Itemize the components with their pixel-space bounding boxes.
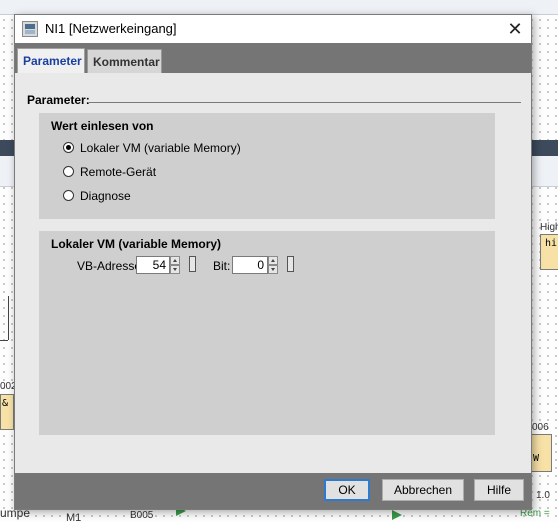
spin-down-icon[interactable] [268, 265, 278, 274]
tab-parameter[interactable]: Parameter [17, 48, 85, 74]
app-icon [22, 21, 38, 37]
background-wire [0, 340, 8, 341]
bit-label: Bit: [213, 259, 231, 273]
tab-bar: Parameter Kommentar [15, 43, 531, 74]
background-label: B005 [130, 510, 154, 521]
read-value-group-title: Wert einlesen von [51, 119, 154, 133]
read-value-group: Wert einlesen von Lokaler VM (variable M… [39, 113, 495, 219]
background-toolbar [0, 0, 558, 15]
vb-address-spinner[interactable] [170, 256, 180, 274]
background-label: 006 [532, 422, 549, 433]
background-wire [8, 296, 9, 340]
parameter-section-label: Parameter: [27, 93, 90, 107]
ok-button[interactable]: OK [324, 479, 370, 501]
background-label: High [540, 222, 558, 233]
radio-label: Remote-Gerät [80, 165, 157, 179]
background-label: W [533, 453, 540, 464]
help-button[interactable]: Hilfe [474, 479, 524, 501]
radio-label: Diagnose [80, 189, 131, 203]
radio-label: Lokaler VM (variable Memory) [80, 141, 241, 155]
tab-content: Parameter: Wert einlesen von Lokaler VM … [15, 73, 531, 473]
spin-up-icon[interactable] [170, 256, 180, 265]
local-vm-group-title: Lokaler VM (variable Memory) [51, 237, 222, 251]
background-label: 1.0 [536, 490, 550, 501]
close-button[interactable]: ✕ [499, 15, 531, 43]
vb-address-tag-button[interactable] [189, 256, 196, 272]
section-divider [89, 102, 521, 103]
radio-button[interactable] [63, 190, 74, 201]
cancel-button[interactable]: Abbrechen [382, 479, 464, 501]
bit-spinner[interactable] [268, 256, 278, 274]
dialog-title: NI1 [Netzwerkeingang] [45, 21, 177, 36]
background-label: hi [545, 238, 558, 249]
background-label: & [2, 398, 9, 409]
background-block: & [0, 394, 14, 430]
vb-address-input[interactable]: 54 [136, 256, 170, 274]
background-label: M1 [66, 512, 82, 524]
tab-kommentar[interactable]: Kommentar [87, 49, 162, 73]
spin-down-icon[interactable] [170, 265, 180, 274]
bit-tag-button[interactable] [287, 256, 294, 272]
radio-button[interactable] [63, 142, 74, 153]
title-bar[interactable]: NI1 [Netzwerkeingang] ✕ [15, 15, 531, 43]
network-input-dialog: NI1 [Netzwerkeingang] ✕ Parameter Kommen… [14, 14, 532, 510]
vb-address-label: VB-Adresse: [77, 259, 145, 273]
bit-input[interactable]: 0 [232, 256, 268, 274]
radio-button[interactable] [63, 166, 74, 177]
spin-up-icon[interactable] [268, 256, 278, 265]
button-bar: OK Abbrechen Hilfe [15, 473, 531, 509]
background-block: hi [540, 234, 558, 270]
local-vm-group: Lokaler VM (variable Memory) VB-Adresse:… [39, 231, 495, 435]
connector-arrow-icon [392, 510, 402, 520]
